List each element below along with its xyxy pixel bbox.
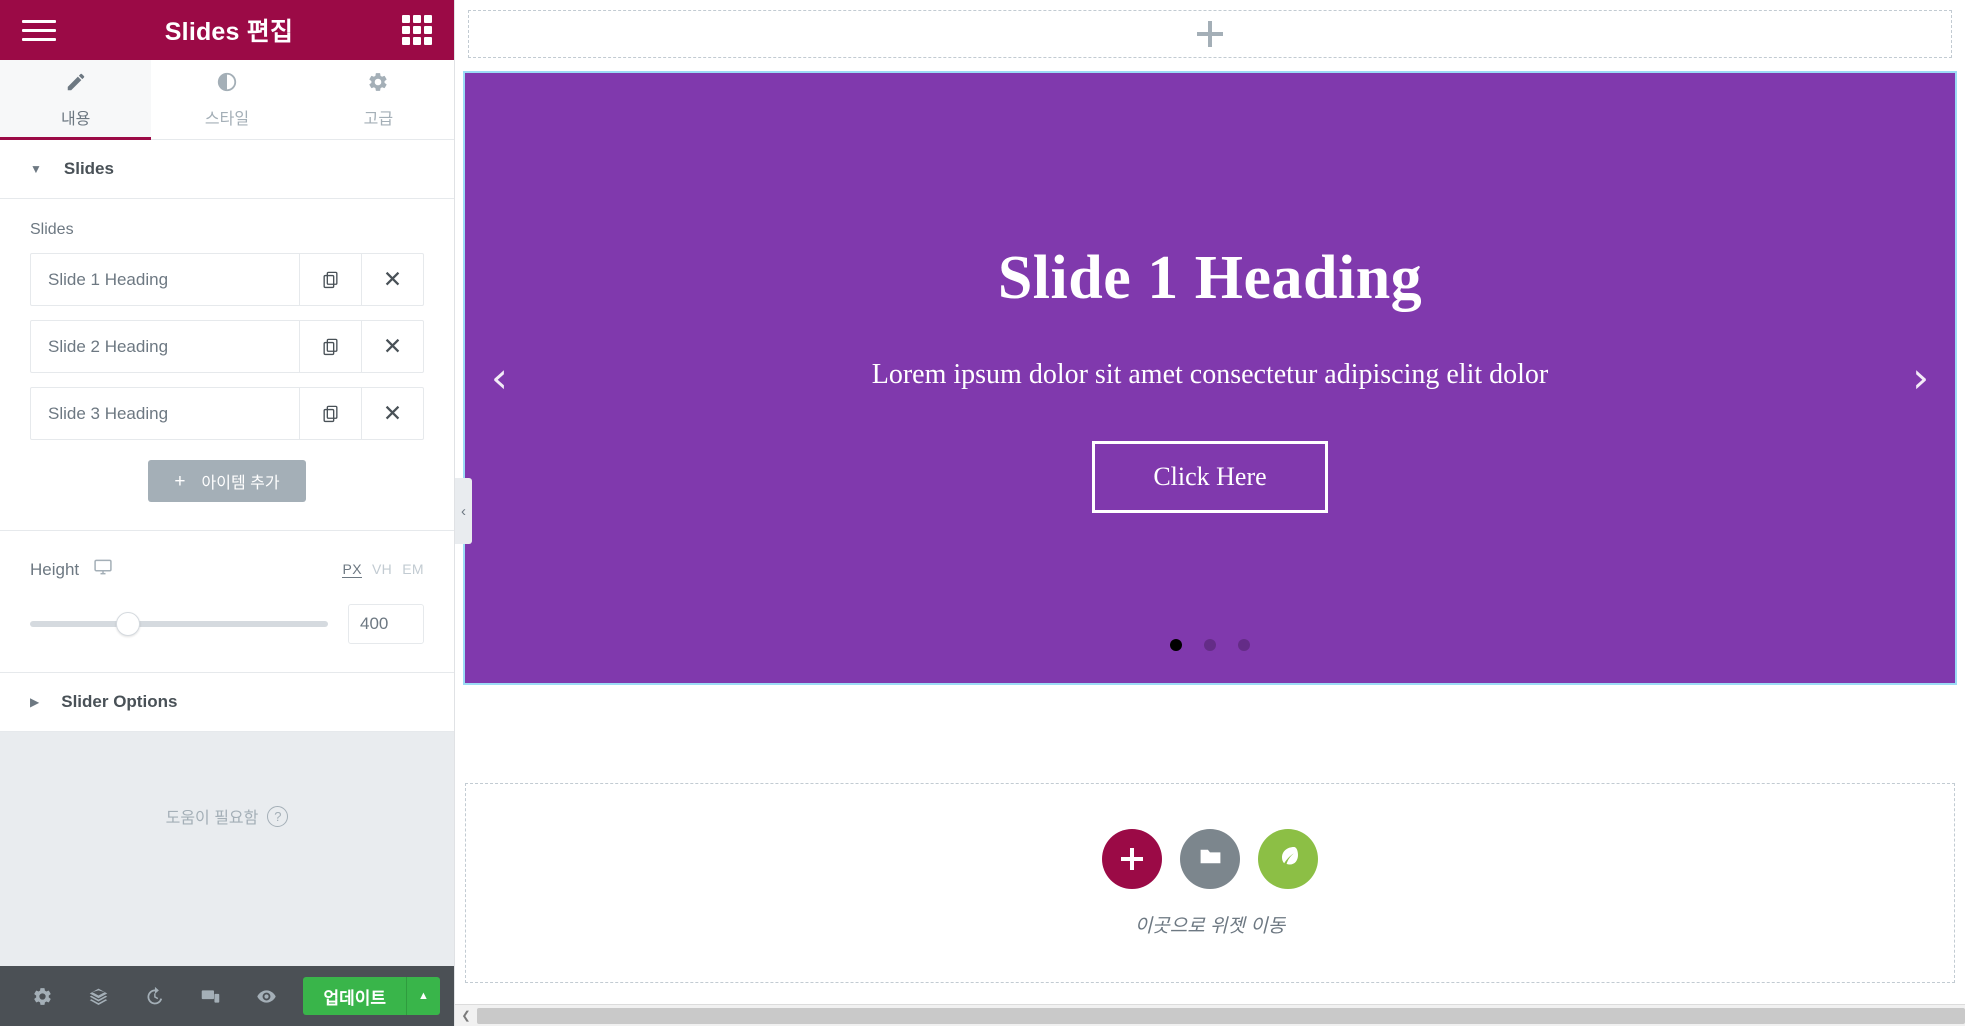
slide-item-title[interactable]: Slide 3 Heading	[31, 388, 299, 439]
plus-icon	[1121, 847, 1143, 870]
list-item[interactable]: Slide 2 Heading ✕	[30, 320, 424, 373]
slide-subheading: Lorem ipsum dolor sit amet consectetur a…	[871, 359, 1549, 390]
folder-icon	[1198, 844, 1223, 874]
height-slider-row	[30, 604, 424, 644]
drop-zone-buttons	[1102, 828, 1318, 889]
desktop-icon[interactable]	[93, 557, 113, 582]
slide-heading: Slide 1 Heading	[997, 244, 1423, 312]
pagination-dot[interactable]	[1238, 639, 1250, 651]
elementor-editor: Slides 편집 내용 스타일 고급 ▼ Slides Slides Slid…	[0, 0, 1965, 1026]
slide-item-title[interactable]: Slide 2 Heading	[31, 321, 299, 372]
add-template-button[interactable]	[1180, 828, 1240, 889]
add-item-label: 아이템 추가	[201, 475, 280, 492]
panel-tabs: 내용 스타일 고급	[0, 60, 454, 140]
chevron-down-icon: ▼	[30, 162, 42, 176]
pagination-dot[interactable]	[1170, 639, 1182, 651]
gear-icon	[367, 71, 389, 98]
section-header-slider-options[interactable]: ▶ Slider Options	[0, 673, 454, 732]
pencil-icon	[65, 71, 87, 98]
tab-advanced-label: 고급	[363, 110, 394, 128]
scrollbar-thumb[interactable]	[477, 1007, 1965, 1024]
chevron-right-icon[interactable]: ›	[1912, 357, 1929, 399]
height-label: Height	[30, 559, 80, 579]
unit-em[interactable]: EM	[402, 561, 424, 578]
panel-footer: 업데이트 ▲	[0, 966, 454, 1026]
canvas-inner: ‹ › Slide 1 Heading Lorem ipsum dolor si…	[455, 0, 1965, 1004]
section-body-slides: Slides Slide 1 Heading ✕ Slide 2 Heading…	[0, 199, 454, 673]
panel-body: ▼ Slides Slides Slide 1 Heading ✕ Slide …	[0, 140, 454, 966]
add-new-section-top[interactable]	[468, 10, 1952, 58]
slides-widget[interactable]: ‹ › Slide 1 Heading Lorem ipsum dolor si…	[463, 71, 1957, 685]
slide-item-title[interactable]: Slide 1 Heading	[31, 254, 299, 305]
add-item-container: + 아이템 추가	[30, 460, 424, 502]
help-link[interactable]: 도움이 필요함 ?	[166, 804, 289, 828]
preview-canvas: ‹ › Slide 1 Heading Lorem ipsum dolor si…	[455, 0, 1965, 1026]
unit-vh[interactable]: VH	[372, 561, 392, 578]
slide-pagination	[1170, 639, 1250, 651]
contrast-icon	[216, 71, 238, 98]
layers-icon[interactable]	[70, 966, 126, 1026]
duplicate-icon[interactable]	[299, 321, 361, 372]
plus-icon: +	[174, 470, 186, 492]
chevron-left-icon[interactable]: ❮	[455, 1005, 477, 1026]
horizontal-scrollbar[interactable]: ❮	[455, 1004, 1965, 1026]
tab-content-label: 내용	[60, 110, 91, 128]
plus-icon	[1197, 21, 1223, 47]
grid-apps-icon[interactable]	[402, 15, 432, 45]
tab-style-label: 스타일	[204, 110, 250, 128]
add-item-button[interactable]: + 아이템 추가	[148, 460, 306, 502]
editor-panel: Slides 편집 내용 스타일 고급 ▼ Slides Slides Slid…	[0, 0, 455, 1026]
responsive-icon[interactable]	[182, 966, 238, 1026]
duplicate-icon[interactable]	[299, 388, 361, 439]
hamburger-icon[interactable]	[22, 19, 56, 41]
height-slider[interactable]	[30, 612, 328, 636]
leaf-icon	[1276, 844, 1300, 873]
remove-icon[interactable]: ✕	[361, 321, 423, 372]
section-title-slides: Slides	[63, 159, 114, 178]
field-label-slides: Slides	[30, 221, 74, 238]
history-icon[interactable]	[126, 966, 182, 1026]
add-new-section-button[interactable]	[1102, 828, 1162, 889]
update-group: 업데이트 ▲	[303, 977, 440, 1015]
caret-up-icon[interactable]: ▲	[406, 977, 440, 1015]
remove-icon[interactable]: ✕	[361, 254, 423, 305]
height-control-row: Height PX VH EM	[30, 557, 424, 582]
tab-style[interactable]: 스타일	[151, 60, 303, 139]
envato-kit-button[interactable]	[1258, 828, 1318, 889]
widget-drop-zone[interactable]: 이곳으로 위젯 이동	[465, 783, 1955, 983]
remove-icon[interactable]: ✕	[361, 388, 423, 439]
section-header-slides[interactable]: ▼ Slides	[0, 140, 454, 199]
chevron-right-icon: ▶	[30, 695, 40, 709]
page-title: Slides 편집	[164, 18, 294, 46]
unit-px[interactable]: PX	[342, 561, 362, 578]
height-value-input[interactable]	[348, 604, 424, 644]
panel-header: Slides 편집	[0, 0, 454, 60]
help-label: 도움이 필요함	[165, 810, 259, 827]
height-label-group: Height	[30, 557, 113, 582]
tab-advanced[interactable]: 고급	[302, 60, 454, 139]
settings-gear-icon[interactable]	[14, 966, 70, 1026]
unit-switcher: PX VH EM	[342, 561, 424, 578]
help-area: 도움이 필요함 ?	[0, 732, 454, 828]
chevron-left-icon[interactable]: ‹	[491, 357, 508, 399]
panel-collapse-handle[interactable]: ‹	[455, 478, 472, 544]
eye-preview-icon[interactable]	[238, 966, 294, 1026]
slider-thumb[interactable]	[116, 612, 141, 636]
pagination-dot[interactable]	[1204, 639, 1216, 651]
slide-cta-button[interactable]: Click Here	[1092, 441, 1328, 513]
duplicate-icon[interactable]	[299, 254, 361, 305]
list-item[interactable]: Slide 1 Heading ✕	[30, 253, 424, 306]
list-item[interactable]: Slide 3 Heading ✕	[30, 387, 424, 440]
drop-zone-text: 이곳으로 위젯 이동	[1134, 915, 1286, 937]
section-title-slider-options: Slider Options	[61, 692, 178, 711]
update-button[interactable]: 업데이트	[303, 977, 406, 1015]
question-circle-icon: ?	[267, 805, 289, 827]
tab-content[interactable]: 내용	[0, 60, 152, 140]
divider	[0, 530, 454, 531]
